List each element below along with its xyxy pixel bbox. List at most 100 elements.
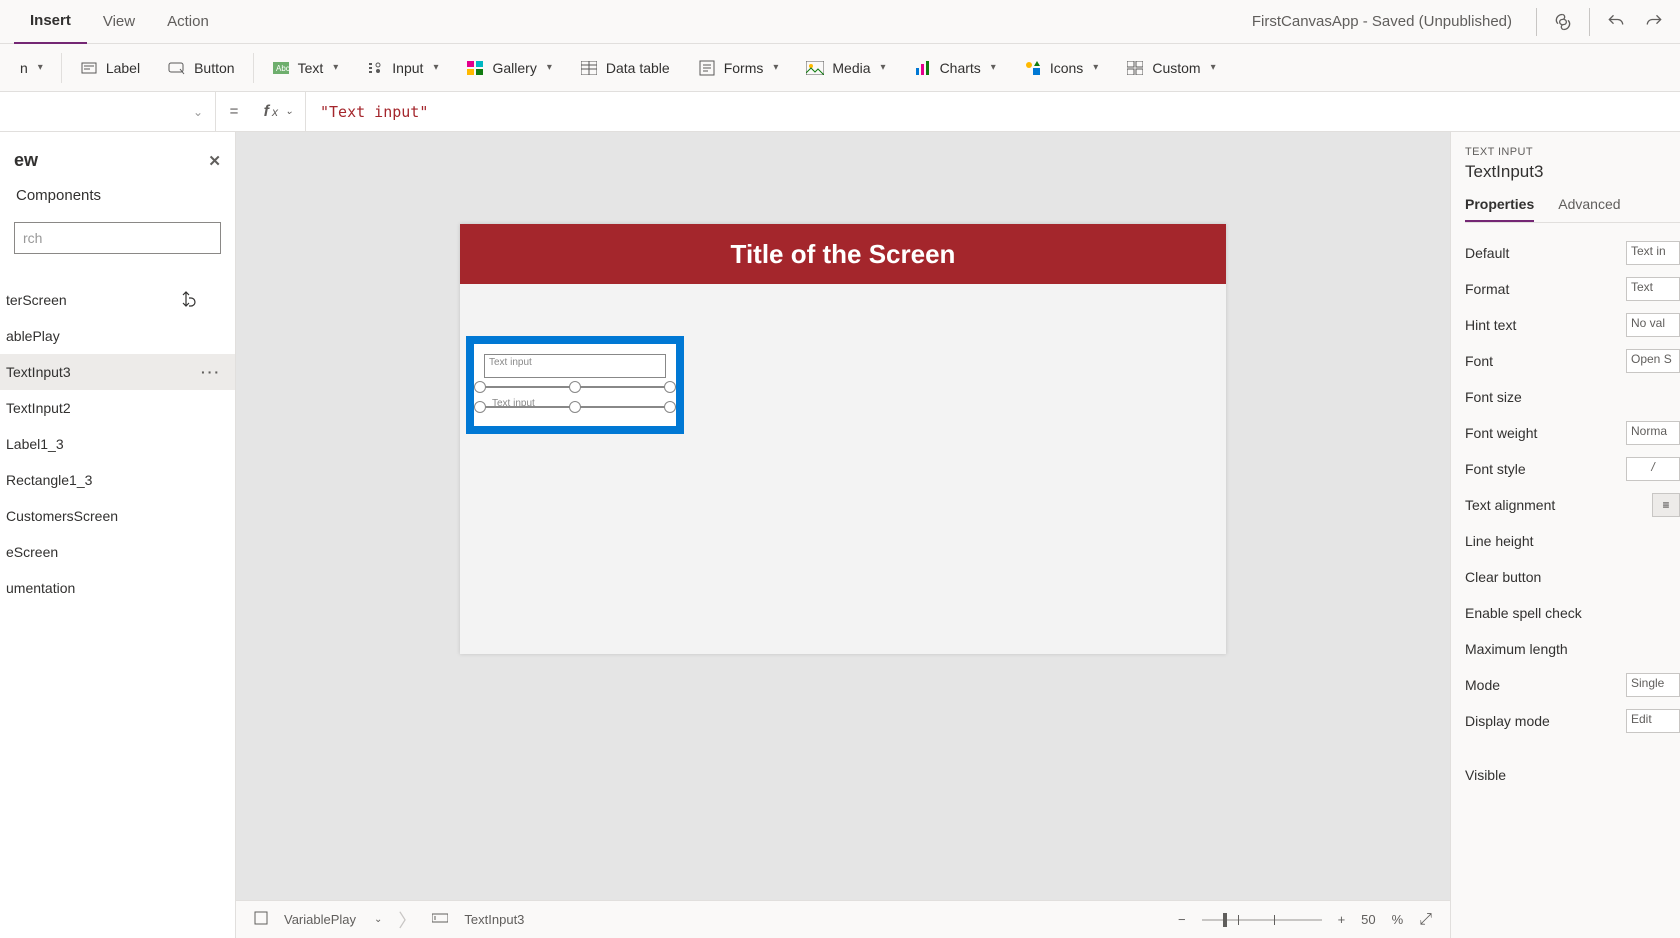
formula-bar: ⌄ = fx⌄ "Text input" xyxy=(0,92,1680,132)
menu-bar: Insert View Action FirstCanvasApp - Save… xyxy=(0,0,1680,44)
tree-item-terscreen[interactable]: terScreen xyxy=(0,282,235,318)
prop-hint-value[interactable]: No val xyxy=(1626,313,1680,337)
icons-icon xyxy=(1024,59,1042,77)
tree-item-umentation[interactable]: umentation xyxy=(0,570,235,606)
divider xyxy=(61,53,62,83)
menu-tab-view[interactable]: View xyxy=(87,0,151,44)
redo-icon[interactable] xyxy=(1642,10,1666,34)
menu-tab-insert[interactable]: Insert xyxy=(14,0,87,44)
tree-item-textinput2[interactable]: TextInput2 xyxy=(0,390,235,426)
custom-icon xyxy=(1126,59,1144,77)
ribbon-label[interactable]: Label xyxy=(66,59,154,77)
ribbon-media-label: Media xyxy=(832,60,870,76)
ribbon-input[interactable]: Input▾ xyxy=(352,59,452,77)
ribbon-media[interactable]: Media▾ xyxy=(792,59,899,77)
tree-item-rectangle1-3[interactable]: Rectangle1_3 xyxy=(0,462,235,498)
ribbon-gallery[interactable]: Gallery▾ xyxy=(452,59,565,77)
tree-view-panel: ew ✕ Components rch terScreen ablePlay T… xyxy=(0,132,236,938)
formula-input[interactable]: "Text input" xyxy=(306,103,1680,121)
tree-view-title: ew xyxy=(14,150,38,171)
equals-label: = xyxy=(216,103,252,120)
prop-clearbutton: Clear button xyxy=(1465,559,1680,595)
menu-tab-action[interactable]: Action xyxy=(151,0,225,44)
svg-text:Abc: Abc xyxy=(276,64,289,73)
ribbon-button[interactable]: Button xyxy=(154,59,248,77)
fit-to-window-icon[interactable]: ⤢ xyxy=(1419,911,1432,929)
prop-default-value[interactable]: Text in xyxy=(1626,241,1680,265)
tree-item-textinput3[interactable]: TextInput3··· xyxy=(0,354,235,390)
ribbon-text-label: Text xyxy=(298,60,324,76)
prop-textalign: Text alignment≡ xyxy=(1465,487,1680,523)
breadcrumb-screen[interactable]: VariablePlay xyxy=(284,912,356,927)
chevron-down-icon: ▾ xyxy=(1211,62,1216,73)
prop-font: FontOpen S xyxy=(1465,343,1680,379)
prop-fontsize: Font size xyxy=(1465,379,1680,415)
breadcrumb-control[interactable]: TextInput3 xyxy=(464,912,524,927)
input-icon xyxy=(366,59,384,77)
canvas-area[interactable]: Title of the Screen Text input Text inpu… xyxy=(236,132,1450,900)
chevron-down-icon: ▾ xyxy=(38,62,43,73)
ribbon-charts-label: Charts xyxy=(940,60,981,76)
chevron-down-icon: ▾ xyxy=(1093,62,1098,73)
more-icon[interactable]: ··· xyxy=(201,364,221,380)
divider xyxy=(253,53,254,83)
prop-hint: Hint textNo val xyxy=(1465,307,1680,343)
close-icon[interactable]: ✕ xyxy=(208,152,221,170)
ribbon-icons[interactable]: Icons▾ xyxy=(1010,59,1113,77)
properties-tab[interactable]: Properties xyxy=(1465,196,1534,222)
label-icon xyxy=(80,59,98,77)
zoom-slider[interactable] xyxy=(1202,919,1322,921)
textinput-preview-1[interactable]: Text input xyxy=(484,354,666,378)
ribbon-charts[interactable]: Charts▾ xyxy=(900,59,1010,77)
undo-icon[interactable] xyxy=(1604,10,1628,34)
breadcrumb-screen-icon xyxy=(254,911,268,928)
prop-visible: Visible xyxy=(1465,757,1680,793)
ribbon-datatable[interactable]: Data table xyxy=(566,59,684,77)
zoom-in-button[interactable]: + xyxy=(1338,912,1346,927)
chevron-down-icon[interactable]: ⌄ xyxy=(374,914,382,925)
prop-displaymode-value[interactable]: Edit xyxy=(1626,709,1680,733)
advanced-tab[interactable]: Advanced xyxy=(1558,196,1620,222)
ribbon-forms[interactable]: Forms▾ xyxy=(684,59,793,77)
divider xyxy=(1536,8,1537,36)
prop-spellcheck: Enable spell check xyxy=(1465,595,1680,631)
zoom-percent: 50 xyxy=(1361,912,1375,927)
screen-title-banner[interactable]: Title of the Screen xyxy=(460,224,1226,284)
components-tab[interactable]: Components xyxy=(0,177,235,214)
selected-control-textinput3[interactable]: Text input Text input xyxy=(466,336,684,434)
prop-fontstyle-value[interactable]: / xyxy=(1626,457,1680,481)
tree-search-input[interactable]: rch xyxy=(14,222,221,254)
tree-item-label1-3[interactable]: Label1_3 xyxy=(0,426,235,462)
tree-item-customersscreen[interactable]: CustomersScreen xyxy=(0,498,235,534)
app-canvas[interactable]: Title of the Screen Text input Text inpu… xyxy=(460,224,1226,654)
property-selector[interactable]: ⌄ xyxy=(0,92,216,132)
align-left-button[interactable]: ≡ xyxy=(1652,493,1680,517)
prop-font-value[interactable]: Open S xyxy=(1626,349,1680,373)
ribbon-newscreen-dropdown[interactable]: n▾ xyxy=(6,60,57,76)
ribbon-text[interactable]: Abc Text ▾ xyxy=(258,59,353,77)
tree-item-ableplay[interactable]: ablePlay xyxy=(0,318,235,354)
prop-mode-value[interactable]: Single xyxy=(1626,673,1680,697)
media-icon xyxy=(806,59,824,77)
cursor-icon xyxy=(180,290,198,317)
prop-fontweight-value[interactable]: Norma xyxy=(1626,421,1680,445)
app-checker-icon[interactable] xyxy=(1551,10,1575,34)
chevron-down-icon: ▾ xyxy=(333,62,338,73)
prop-fontstyle: Font style/ xyxy=(1465,451,1680,487)
ribbon-custom[interactable]: Custom▾ xyxy=(1112,59,1229,77)
ribbon-label-text: Label xyxy=(106,60,140,76)
prop-format-value[interactable]: Text xyxy=(1626,277,1680,301)
ribbon-forms-label: Forms xyxy=(724,60,764,76)
control-name[interactable]: TextInput3 xyxy=(1465,162,1680,182)
tree-items-list: terScreen ablePlay TextInput3··· TextInp… xyxy=(0,282,235,606)
tree-item-escreen[interactable]: eScreen xyxy=(0,534,235,570)
ribbon-gallery-label: Gallery xyxy=(492,60,536,76)
button-icon xyxy=(168,59,186,77)
selection-handle-row[interactable] xyxy=(480,386,670,388)
zoom-out-button[interactable]: − xyxy=(1178,912,1186,927)
selection-handle-row[interactable] xyxy=(480,406,670,408)
ribbon-button-text: Button xyxy=(194,60,234,76)
prop-lineheight: Line height xyxy=(1465,523,1680,559)
fx-button[interactable]: fx⌄ xyxy=(252,92,306,132)
document-title: FirstCanvasApp - Saved (Unpublished) xyxy=(1252,13,1512,30)
